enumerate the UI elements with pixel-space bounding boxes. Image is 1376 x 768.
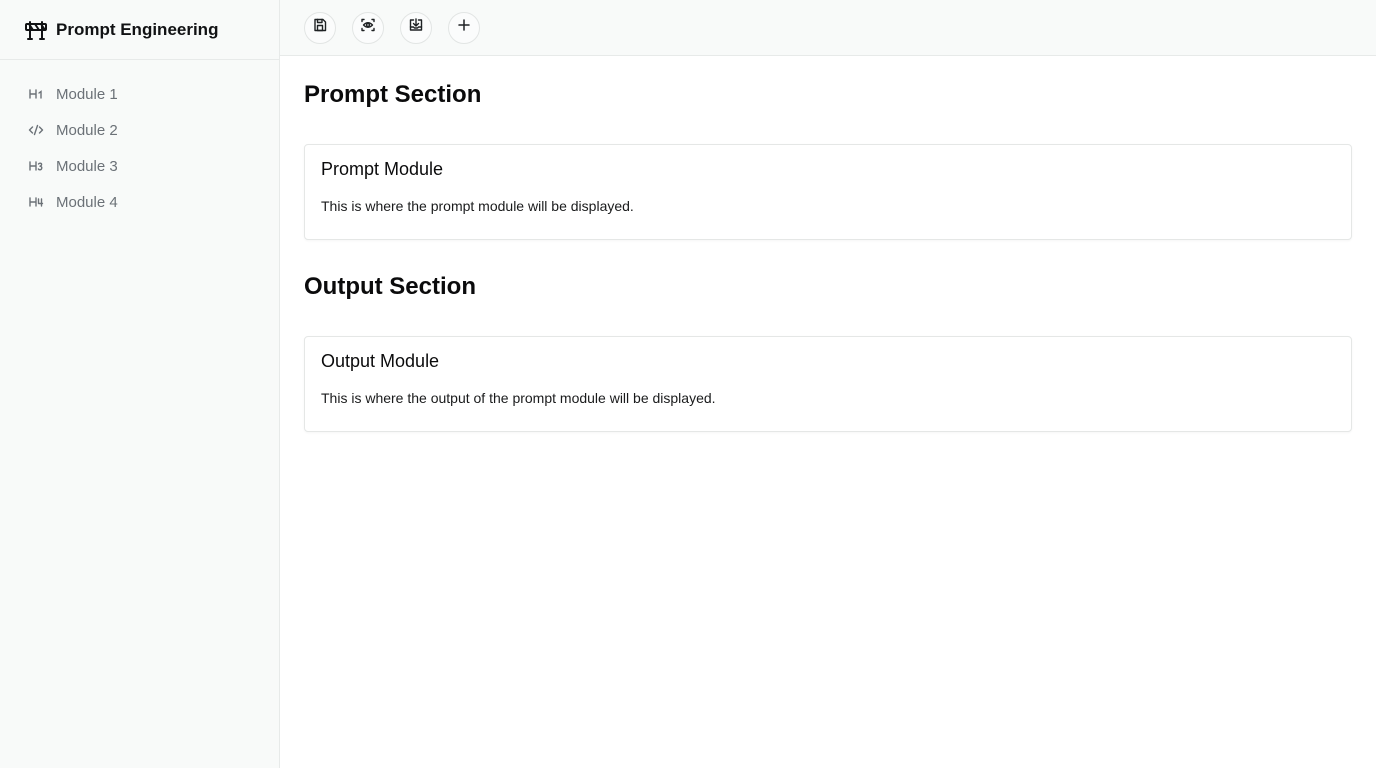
prompt-module-body: This is where the prompt module will be …	[321, 198, 634, 214]
prompt-module-card: Prompt Module This is where the prompt m…	[304, 144, 1352, 240]
sidebar-item-module-2[interactable]: Module 2	[0, 112, 279, 148]
toolbar	[280, 0, 1376, 56]
sidebar-item-module-4[interactable]: Module 4	[0, 184, 279, 220]
save-button[interactable]	[304, 11, 336, 44]
sidebar-item-module-1[interactable]: Module 1	[0, 76, 279, 112]
code-icon	[28, 122, 44, 138]
heading-4-icon	[28, 194, 44, 210]
heading-3-icon	[28, 158, 44, 174]
prompt-section-title: Prompt Section	[304, 81, 482, 108]
prompt-module-title: Prompt Module	[321, 159, 444, 179]
sidebar-nav: Module 1 Module 2 Module 3 Module 4	[0, 60, 279, 220]
output-module-body: This is where the output of the prompt m…	[321, 390, 716, 406]
output-section-title: Output Section	[304, 273, 476, 300]
add-icon	[456, 17, 472, 38]
output-module-card: Output Module This is where the output o…	[304, 336, 1352, 432]
road-barrier-icon	[24, 18, 48, 42]
sidebar-item-label: Module 3	[56, 157, 118, 175]
heading-1-icon	[28, 86, 44, 102]
app-title: Prompt Engineering	[56, 19, 219, 39]
preview-icon	[360, 17, 376, 38]
brand[interactable]: Prompt Engineering	[0, 0, 279, 60]
save-icon	[312, 17, 328, 38]
sidebar-item-label: Module 1	[56, 85, 118, 103]
sidebar: Prompt Engineering Module 1 Module 2 Mod…	[0, 0, 280, 768]
download-icon	[408, 17, 424, 38]
sidebar-item-module-3[interactable]: Module 3	[0, 148, 279, 184]
download-button[interactable]	[400, 11, 432, 44]
output-module-title: Output Module	[321, 351, 440, 371]
sidebar-item-label: Module 4	[56, 193, 118, 211]
preview-button[interactable]	[352, 11, 384, 44]
add-button[interactable]	[448, 11, 480, 44]
sidebar-item-label: Module 2	[56, 121, 118, 139]
